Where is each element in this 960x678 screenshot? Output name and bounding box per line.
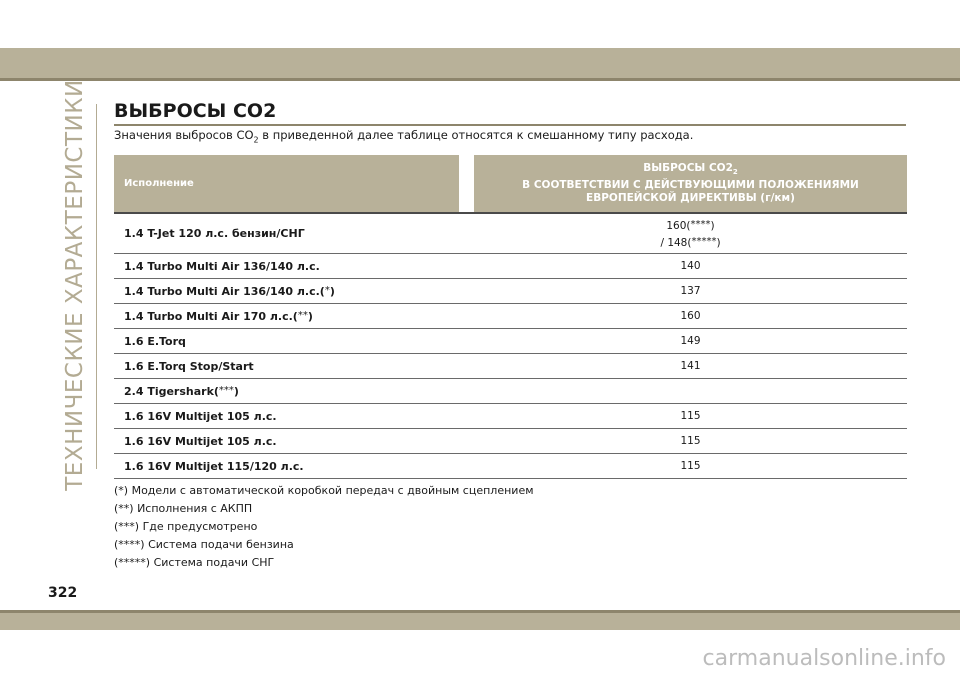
table-row: 1.6 16V Multijet 105 л.с. 115 xyxy=(114,429,907,454)
header-emissions-line2: В СООТВЕТСТВИИ С ДЕЙСТВУЮЩИМИ ПОЛОЖЕНИЯМ… xyxy=(522,179,859,192)
value-cell: 137 xyxy=(680,284,701,297)
table-row: 1.6 16V Multijet 105 л.с. 115 xyxy=(114,404,907,429)
engine-cell: 1.4 Turbo Multi Air 170 л.с.(**) xyxy=(124,309,313,323)
value-cell: 141 xyxy=(680,359,701,372)
table-row: 1.4 Turbo Multi Air 170 л.с.(**) 160 xyxy=(114,304,907,329)
header-emissions: ВЫБРОСЫ СО22 В СООТВЕТСТВИИ С ДЕЙСТВУЮЩИ… xyxy=(474,155,907,212)
engine-cell: 1.6 16V Multijet 105 л.с. xyxy=(124,409,277,423)
header-emissions-line1: ВЫБРОСЫ СО22 xyxy=(643,161,738,177)
engine-cell: 2.4 Tigershark(***) xyxy=(124,384,239,398)
header-version: Исполнение xyxy=(114,155,459,212)
table-row: 1.6 E.Torq 149 xyxy=(114,329,907,354)
value-cell: 140 xyxy=(680,259,701,272)
engine-cell: 1.6 E.Torq Stop/Start xyxy=(124,359,254,373)
top-margin xyxy=(0,0,960,48)
value-cell: 115 xyxy=(680,459,701,472)
engine-cell: 1.6 16V Multijet 115/120 л.с. xyxy=(124,459,304,473)
header-band-line xyxy=(0,78,960,81)
intro-text: Значения выбросов СО2 в приведенной дале… xyxy=(114,128,693,144)
footnotes: (*) Модели с автоматической коробкой пер… xyxy=(114,482,534,572)
table-row: 1.6 16V Multijet 115/120 л.с. 115 xyxy=(114,454,907,479)
table-row: 1.6 E.Torq Stop/Start 141 xyxy=(114,354,907,379)
value-cell: 160(****) / 148(*****) xyxy=(660,218,721,249)
value-cell: 160 xyxy=(680,309,701,322)
footnote: (*****) Система подачи СНГ xyxy=(114,556,275,569)
table-row: 1.4 T-Jet 120 л.с. бензин/СНГ 160(****) … xyxy=(114,214,907,254)
footer-band xyxy=(0,613,960,630)
value-cell: 115 xyxy=(680,434,701,447)
table-row: 1.4 Turbo Multi Air 136/140 л.с.(*) 137 xyxy=(114,279,907,304)
watermark-logo: carmanualsonline.info xyxy=(702,646,946,671)
side-section-title: ТЕХНИЧЕСКИЕ ХАРАКТЕРИСТИКИ xyxy=(62,79,88,491)
engine-cell: 1.6 E.Torq xyxy=(124,334,186,348)
table-row: 1.4 Turbo Multi Air 136/140 л.с. 140 xyxy=(114,254,907,279)
title-divider xyxy=(114,124,906,126)
page-number: 322 xyxy=(48,585,78,601)
engine-cell: 1.4 T-Jet 120 л.с. бензин/СНГ xyxy=(124,227,305,240)
intro-text-part1: Значения выбросов СО xyxy=(114,128,254,142)
side-rule xyxy=(96,104,97,469)
engine-cell: 1.4 Turbo Multi Air 136/140 л.с. xyxy=(124,259,320,273)
intro-text-part2: в приведенной далее таблице относятся к … xyxy=(258,128,694,142)
table-row: 2.4 Tigershark(***) xyxy=(114,379,907,404)
header-band xyxy=(0,48,960,78)
footnote: (**) Исполнения с АКПП xyxy=(114,502,253,515)
engine-cell: 1.6 16V Multijet 105 л.с. xyxy=(124,434,277,448)
footnote: (****) Система подачи бензина xyxy=(114,538,294,551)
footnote: (*) Модели с автоматической коробкой пер… xyxy=(114,484,534,497)
table-body: 1.4 T-Jet 120 л.с. бензин/СНГ 160(****) … xyxy=(114,214,907,479)
value-cell: 149 xyxy=(680,334,701,347)
engine-cell: 1.4 Turbo Multi Air 136/140 л.с.(*) xyxy=(124,284,335,298)
header-emissions-line3: ЕВРОПЕЙСКОЙ ДИРЕКТИВЫ (г/км) xyxy=(586,192,795,205)
value-cell: 115 xyxy=(680,409,701,422)
footnote: (***) Где предусмотрено xyxy=(114,520,258,533)
page-title: ВЫБРОСЫ СО2 xyxy=(114,100,277,122)
table-header: Исполнение ВЫБРОСЫ СО22 В СООТВЕТСТВИИ С… xyxy=(114,155,907,212)
